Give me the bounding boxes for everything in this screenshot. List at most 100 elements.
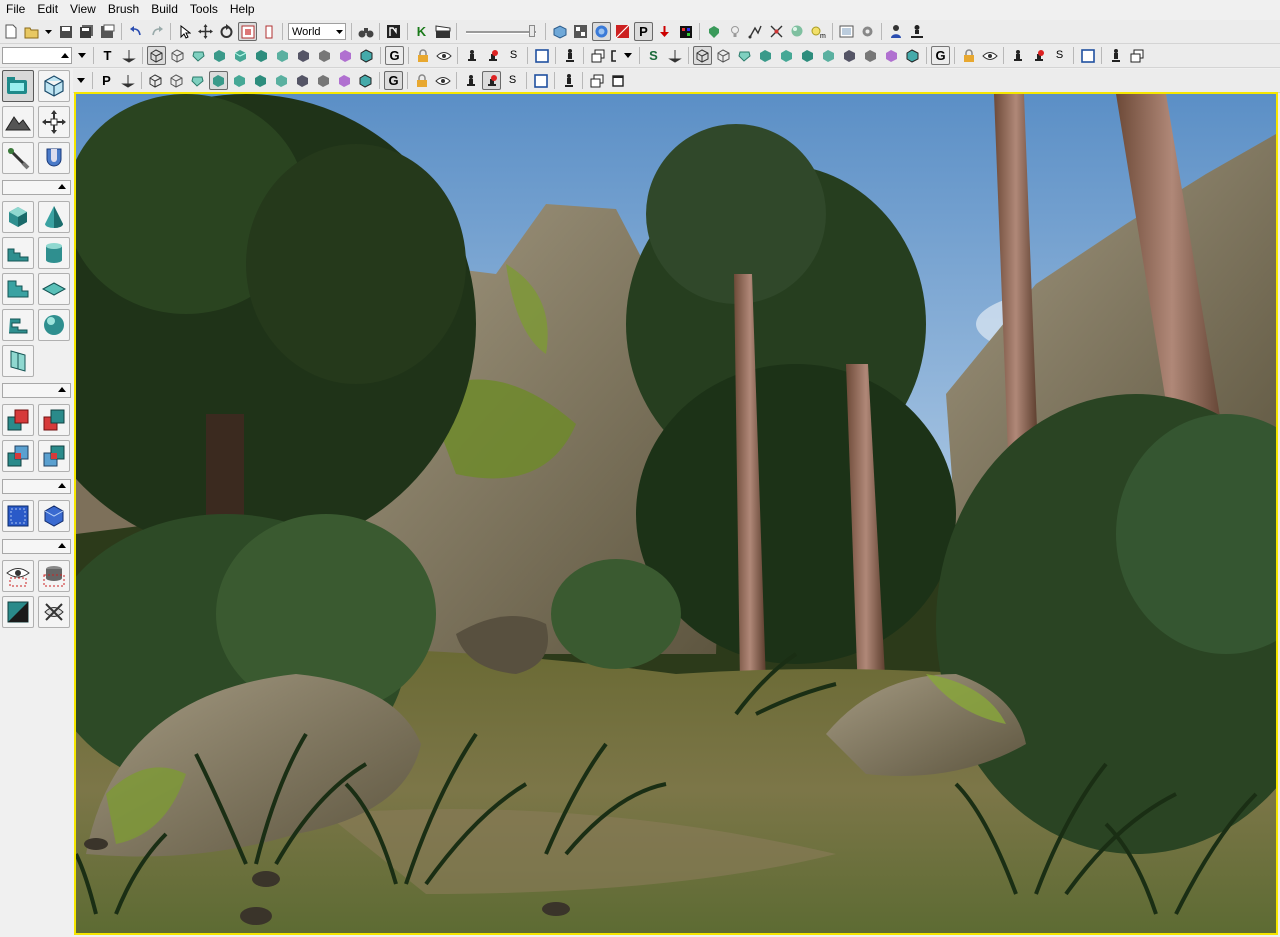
hidden-line-icon[interactable] (189, 46, 208, 65)
unlit-icon[interactable] (210, 46, 229, 65)
figure-stand-2-icon[interactable] (1106, 46, 1125, 65)
csg-intersect-icon[interactable] (2, 440, 34, 472)
restore-window-2-icon[interactable] (1127, 46, 1146, 65)
cylinder-builder-icon[interactable] (38, 237, 70, 269)
show-all-icon[interactable] (38, 596, 70, 628)
build-paths-icon[interactable] (592, 22, 611, 41)
redo-icon[interactable] (147, 22, 166, 41)
undo-icon[interactable] (126, 22, 145, 41)
rotate-icon[interactable] (217, 22, 236, 41)
scale-icon[interactable] (238, 22, 257, 41)
perspective-viewport[interactable] (74, 92, 1278, 935)
menu-file[interactable]: File (0, 0, 31, 19)
build-cover-icon[interactable] (613, 22, 632, 41)
actor-stack-icon[interactable] (462, 46, 481, 65)
light-mass-icon[interactable]: m (809, 22, 828, 41)
lightmap-density-icon[interactable] (357, 46, 376, 65)
linear-stair-builder-icon[interactable] (2, 273, 34, 305)
build-all-icon[interactable] (655, 22, 674, 41)
hidden-line-3-icon[interactable] (188, 71, 207, 90)
detail-lighting-2-icon[interactable] (798, 46, 817, 65)
sheet-builder-icon[interactable] (38, 273, 70, 305)
hidden-line-2-icon[interactable] (735, 46, 754, 65)
shader-complexity-2-icon[interactable] (882, 46, 901, 65)
show-selected-icon[interactable] (2, 560, 34, 592)
select-invert-icon[interactable] (2, 596, 34, 628)
actor-red-icon[interactable] (483, 46, 502, 65)
texture-density-2-icon[interactable] (861, 46, 880, 65)
lock-actor-3-icon[interactable] (118, 71, 137, 90)
play-in-editor-icon[interactable] (676, 22, 695, 41)
streaming-s-icon[interactable]: S (504, 46, 523, 65)
maximize-viewport-icon[interactable] (608, 71, 627, 90)
material-mode-icon[interactable] (38, 142, 70, 174)
actor-stack-3-icon[interactable] (461, 71, 480, 90)
shader-complexity-3-icon[interactable] (335, 71, 354, 90)
light-complexity-3-icon[interactable] (293, 71, 312, 90)
gear-settings-icon[interactable] (858, 22, 877, 41)
viewport2-options-dropdown[interactable] (621, 46, 635, 65)
hide-selected-icon[interactable] (38, 560, 70, 592)
volumes-header[interactable] (2, 479, 71, 494)
lit-2-icon[interactable] (777, 46, 796, 65)
menu-tools[interactable]: Tools (184, 0, 224, 19)
cube-builder-icon[interactable] (2, 201, 34, 233)
add-volume-icon[interactable] (2, 500, 34, 532)
viewport-top-combo[interactable] (2, 47, 72, 64)
light-complexity-2-icon[interactable] (840, 46, 859, 65)
lit-icon[interactable] (231, 46, 250, 65)
game-view-3-toggle[interactable]: G (384, 71, 403, 90)
brush-wire-3-icon[interactable] (167, 71, 186, 90)
sphere-builder-icon[interactable] (38, 309, 70, 341)
detail-lighting-icon[interactable] (252, 46, 271, 65)
search-binoculars-icon[interactable] (356, 22, 375, 41)
texture-density-icon[interactable] (315, 46, 334, 65)
actor-person-icon[interactable] (886, 22, 905, 41)
eye-realtime-3-icon[interactable] (433, 71, 452, 90)
green-shield-icon[interactable] (704, 22, 723, 41)
camera-mode-icon[interactable] (2, 70, 34, 102)
safe-frame-icon[interactable] (532, 46, 551, 65)
visibility-header[interactable] (2, 539, 71, 554)
top-view-toggle[interactable]: T (98, 46, 117, 65)
add-special-icon[interactable] (38, 500, 70, 532)
slider-thumb[interactable] (529, 25, 535, 37)
lock-viewport-icon[interactable] (413, 46, 432, 65)
shader-complexity-icon[interactable] (336, 46, 355, 65)
curved-stair-builder-icon[interactable] (2, 237, 34, 269)
lock-viewport-2-icon[interactable] (959, 46, 978, 65)
figure-stand-icon[interactable] (560, 46, 579, 65)
streaming-s-2-icon[interactable]: S (1050, 46, 1069, 65)
new-file-icon[interactable] (1, 22, 20, 41)
build-geometry-icon[interactable] (550, 22, 569, 41)
translate-icon[interactable] (196, 22, 215, 41)
wireframe-box-icon[interactable] (147, 46, 166, 65)
menu-edit[interactable]: Edit (31, 0, 64, 19)
cone-builder-icon[interactable] (38, 201, 70, 233)
streaming-s-3-icon[interactable]: S (503, 71, 522, 90)
spiral-stair-builder-icon[interactable] (2, 309, 34, 341)
actor-red-3-icon[interactable] (482, 71, 501, 90)
kismet-icon[interactable]: K (412, 22, 431, 41)
bracket-icon[interactable] (609, 46, 619, 65)
light-complexity-icon[interactable] (294, 46, 313, 65)
figure-stand-3-icon[interactable] (559, 71, 578, 90)
fullscreen-icon[interactable] (837, 22, 856, 41)
menu-brush[interactable]: Brush (102, 0, 145, 19)
csg-add-icon[interactable] (2, 404, 34, 436)
brush-builders-header[interactable] (2, 180, 71, 195)
mesh-paint-icon[interactable] (2, 142, 34, 174)
unlit-3-icon[interactable] (209, 71, 228, 90)
lightmap-density-2-icon[interactable] (903, 46, 922, 65)
viewport3-options-dropdown[interactable] (74, 71, 88, 90)
save-all-icon[interactable] (77, 22, 96, 41)
brush-wire-icon[interactable] (168, 46, 187, 65)
sphere-reflect-icon[interactable] (788, 22, 807, 41)
menu-build[interactable]: Build (145, 0, 184, 19)
content-browser-icon[interactable] (384, 22, 403, 41)
game-view-2-toggle[interactable]: G (931, 46, 950, 65)
light-bulb-icon[interactable] (725, 22, 744, 41)
eye-realtime-icon[interactable] (434, 46, 453, 65)
coordinate-system-select[interactable]: World (288, 23, 346, 40)
detail-lighting-3-icon[interactable] (251, 71, 270, 90)
